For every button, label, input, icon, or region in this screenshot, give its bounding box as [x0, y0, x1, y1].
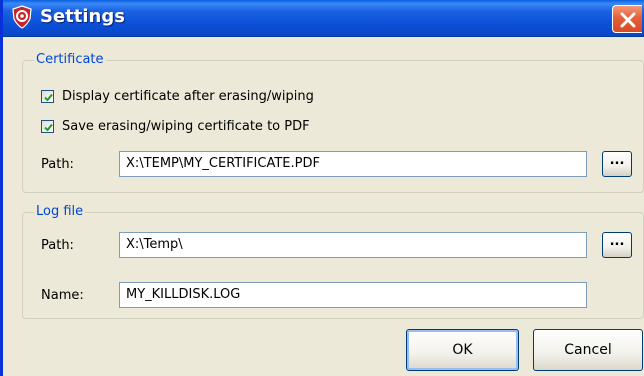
checkmark-icon: [44, 93, 53, 102]
display-certificate-option[interactable]: Display certificate after erasing/wiping: [41, 89, 314, 104]
certificate-path-input[interactable]: X:\TEMP\MY_CERTIFICATE.PDF: [119, 151, 587, 177]
ok-button[interactable]: OK: [406, 329, 519, 371]
save-pdf-option[interactable]: Save erasing/wiping certificate to PDF: [41, 119, 310, 134]
window-title: Settings: [40, 6, 125, 27]
log-path-label: Path:: [41, 238, 74, 253]
log-name-label: Name:: [41, 288, 84, 303]
log-file-group-legend: Log file: [34, 204, 86, 220]
display-certificate-checkbox[interactable]: [41, 90, 54, 103]
title-bar[interactable]: Settings: [3, 0, 644, 37]
settings-dialog: Settings Certificate Display certificate…: [0, 0, 644, 376]
save-pdf-checkbox[interactable]: [41, 120, 54, 133]
close-icon: [620, 12, 636, 28]
checkmark-icon: [44, 123, 53, 132]
display-certificate-label[interactable]: Display certificate after erasing/wiping: [62, 89, 314, 104]
log-browse-button[interactable]: ...: [602, 232, 632, 258]
close-button[interactable]: [612, 5, 642, 33]
cancel-button[interactable]: Cancel: [533, 329, 643, 371]
log-name-input[interactable]: MY_KILLDISK.LOG: [119, 282, 587, 308]
log-path-input[interactable]: X:\Temp\: [119, 232, 587, 258]
certificate-group-legend: Certificate: [34, 52, 106, 68]
certificate-browse-button[interactable]: ...: [602, 151, 632, 177]
killdisk-shield-icon: [10, 5, 34, 29]
certificate-path-label: Path:: [41, 157, 74, 172]
save-pdf-label[interactable]: Save erasing/wiping certificate to PDF: [62, 119, 310, 134]
